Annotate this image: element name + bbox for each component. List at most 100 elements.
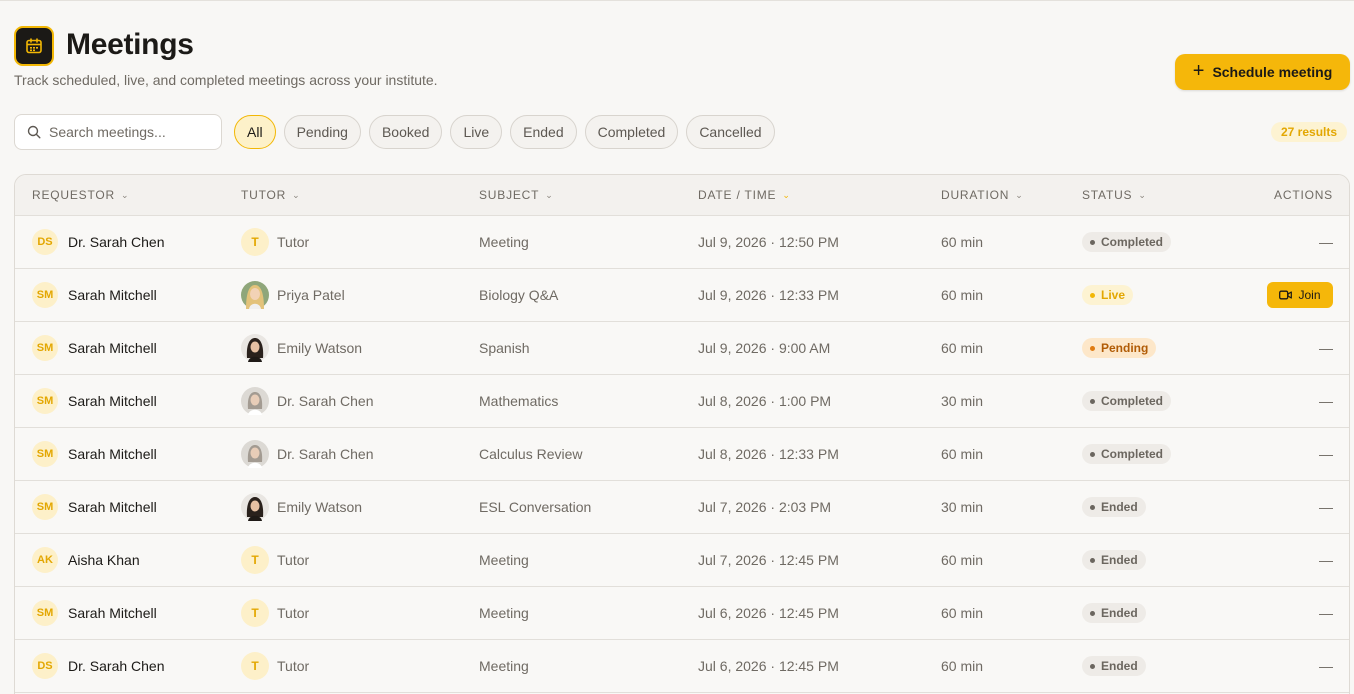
requestor-avatar: SM — [32, 282, 58, 308]
table-row[interactable]: SM Sarah Mitchell Emily Watson ESL Conve… — [15, 481, 1349, 534]
requestor-cell: SM Sarah Mitchell — [32, 428, 157, 480]
tutor-initial-avatar: T — [241, 599, 269, 627]
row-actions-placeholder: — — [1319, 499, 1333, 515]
join-button[interactable]: Join — [1267, 282, 1333, 308]
tutor-name: Priya Patel — [277, 287, 345, 303]
requestor-name: Sarah Mitchell — [68, 446, 157, 462]
status-label: Completed — [1101, 235, 1164, 249]
chevron-down-icon: ⌄ — [292, 189, 301, 200]
requestor-avatar: AK — [32, 547, 58, 573]
table-row[interactable]: SM Sarah Mitchell Dr. Sarah Chen Mathema… — [15, 375, 1349, 428]
actions-cell: — — [1319, 640, 1333, 692]
duration-cell: 30 min — [941, 393, 984, 409]
status-cell: Live — [1082, 269, 1134, 321]
subject-cell: ESL Conversation — [479, 499, 592, 515]
chevron-down-icon: ⌄ — [1015, 189, 1024, 200]
requestor-name: Sarah Mitchell — [68, 393, 157, 409]
results-count-badge: 27 results — [1271, 122, 1348, 142]
actions-cell: — — [1319, 587, 1333, 639]
table-row[interactable]: SM Sarah Mitchell T Tutor Meeting Jul 6,… — [15, 587, 1349, 640]
status-badge: Live — [1082, 285, 1134, 305]
requestor-avatar: DS — [32, 229, 58, 255]
schedule-meeting-button[interactable]: + Schedule meeting — [1175, 54, 1350, 90]
status-label: Ended — [1101, 553, 1138, 567]
status-cell: Completed — [1082, 428, 1172, 480]
actions-cell: — — [1319, 216, 1333, 268]
status-dot-icon — [1090, 504, 1095, 510]
actions-cell: — — [1319, 481, 1333, 533]
subject-cell: Meeting — [479, 234, 529, 250]
chevron-down-icon: ⌄ — [1138, 189, 1147, 200]
status-cell: Ended — [1082, 640, 1146, 692]
status-label: Live — [1101, 288, 1126, 302]
table-row[interactable]: DS Dr. Sarah Chen T Tutor Meeting Jul 6,… — [15, 640, 1349, 693]
status-dot-icon — [1090, 398, 1095, 404]
column-header-actions: ACTIONS — [1274, 188, 1333, 202]
requestor-avatar: SM — [32, 600, 58, 626]
row-actions-placeholder: — — [1319, 234, 1333, 250]
requestor-cell: SM Sarah Mitchell — [32, 481, 157, 533]
tutor-name: Emily Watson — [277, 340, 363, 356]
requestor-name: Sarah Mitchell — [68, 340, 157, 356]
requestor-cell: DS Dr. Sarah Chen — [32, 640, 165, 692]
column-header-duration[interactable]: DURATION ⌄ — [941, 188, 1024, 202]
filter-live[interactable]: Live — [450, 115, 503, 149]
duration-cell: 60 min — [941, 446, 984, 462]
filter-completed[interactable]: Completed — [584, 115, 679, 149]
tutor-cell: T Tutor — [241, 534, 309, 586]
filter-booked[interactable]: Booked — [368, 115, 443, 149]
status-badge: Pending — [1082, 338, 1157, 358]
filter-ended[interactable]: Ended — [510, 115, 577, 149]
search-box[interactable] — [14, 114, 222, 150]
table-header: REQUESTOR ⌄ TUTOR ⌄ SUBJECT ⌄ DATE / TIME ⌄ … — [15, 175, 1349, 216]
row-actions-placeholder: — — [1319, 605, 1333, 621]
status-cell: Pending — [1082, 322, 1157, 374]
row-actions-placeholder: — — [1319, 552, 1333, 568]
tutor-name: Dr. Sarah Chen — [277, 393, 374, 409]
top-border — [0, 0, 1354, 2]
tutor-name: Tutor — [277, 552, 310, 568]
tutor-avatar — [241, 440, 269, 468]
subject-cell: Spanish — [479, 340, 530, 356]
date-time-cell: Jul 9, 2026 · 9:00 AM — [698, 340, 831, 356]
table-row[interactable]: SM Sarah Mitchell Priya Patel Biology Q&… — [15, 269, 1349, 322]
duration-cell: 60 min — [941, 287, 984, 303]
requestor-name: Dr. Sarah Chen — [68, 658, 165, 674]
column-header-tutor[interactable]: TUTOR ⌄ — [241, 188, 300, 202]
filter-pending[interactable]: Pending — [283, 115, 361, 149]
tutor-cell: T Tutor — [241, 640, 309, 692]
requestor-cell: AK Aisha Khan — [32, 534, 140, 586]
status-label: Ended — [1101, 500, 1138, 514]
column-header-requestor[interactable]: REQUESTOR ⌄ — [32, 188, 129, 202]
status-dot-icon — [1090, 557, 1095, 563]
filter-cancelled[interactable]: Cancelled — [686, 115, 775, 149]
column-header-subject[interactable]: SUBJECT ⌄ — [479, 188, 554, 202]
column-header-status[interactable]: STATUS ⌄ — [1082, 188, 1147, 202]
requestor-name: Sarah Mitchell — [68, 499, 157, 515]
table-row[interactable]: AK Aisha Khan T Tutor Meeting Jul 7, 202… — [15, 534, 1349, 587]
requestor-cell: SM Sarah Mitchell — [32, 269, 157, 321]
meetings-table: REQUESTOR ⌄ TUTOR ⌄ SUBJECT ⌄ DATE / TIME ⌄ … — [14, 174, 1350, 694]
status-dot-icon — [1090, 345, 1095, 351]
status-dot-icon — [1090, 451, 1095, 457]
plus-icon: + — [1192, 60, 1205, 82]
table-row[interactable]: SM Sarah Mitchell Dr. Sarah Chen Calculu… — [15, 428, 1349, 481]
tutor-name: Dr. Sarah Chen — [277, 446, 374, 462]
tutor-cell: Dr. Sarah Chen — [241, 428, 374, 480]
status-cell: Ended — [1082, 587, 1146, 639]
table-row[interactable]: DS Dr. Sarah Chen T Tutor Meeting Jul 9,… — [15, 216, 1349, 269]
search-icon — [27, 125, 41, 139]
table-row[interactable]: SM Sarah Mitchell Emily Watson Spanish J… — [15, 322, 1349, 375]
status-dot-icon — [1090, 610, 1095, 616]
tutor-cell: Priya Patel — [241, 269, 345, 321]
requestor-cell: DS Dr. Sarah Chen — [32, 216, 165, 268]
status-label: Ended — [1101, 606, 1138, 620]
duration-cell: 60 min — [941, 552, 984, 568]
status-badge: Ended — [1082, 656, 1146, 676]
filter-all[interactable]: All — [234, 115, 276, 149]
subject-cell: Mathematics — [479, 393, 559, 409]
actions-cell: Join — [1267, 269, 1333, 321]
search-input[interactable] — [49, 124, 209, 140]
column-header-date-time[interactable]: DATE / TIME ⌄ — [698, 188, 791, 202]
row-actions-placeholder: — — [1319, 393, 1333, 409]
